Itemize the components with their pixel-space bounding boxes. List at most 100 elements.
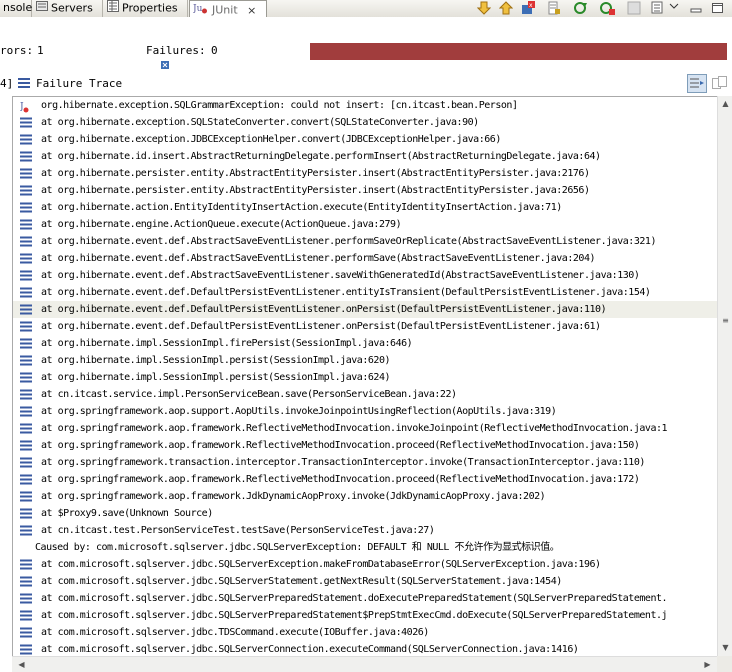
stack-frame-row[interactable]: at com.microsoft.sqlserver.jdbc.SQLServe… [13, 590, 718, 607]
stack-frame-row[interactable]: at org.springframework.aop.support.AopUt… [13, 403, 718, 420]
stack-frame-row[interactable]: at org.hibernate.impl.SessionImpl.firePe… [13, 335, 718, 352]
stack-frame-icon [20, 627, 32, 638]
trace-line-text: Caused by: com.microsoft.sqlserver.jdbc.… [35, 542, 560, 553]
stack-frame-row[interactable]: at org.hibernate.event.def.AbstractSaveE… [13, 267, 718, 284]
horizontal-scrollbar[interactable]: ◀ ▶ [12, 656, 717, 672]
stack-frame-row[interactable]: at org.hibernate.impl.SessionImpl.persis… [13, 369, 718, 386]
trace-line-text: at org.hibernate.event.def.AbstractSaveE… [41, 270, 640, 281]
scroll-right-icon[interactable]: ▶ [700, 660, 715, 669]
minimize-button[interactable] [688, 1, 704, 16]
stack-frame-row[interactable]: at org.hibernate.event.def.DefaultPersis… [13, 284, 718, 301]
failures-count: 0 [211, 44, 218, 57]
stack-frame-icon [20, 372, 32, 383]
stack-frame-icon [20, 168, 32, 179]
trace-line-text: at com.microsoft.sqlserver.jdbc.SQLServe… [41, 644, 579, 655]
stack-frame-row[interactable]: at org.hibernate.exception.SQLStateConve… [13, 114, 718, 131]
caused-by-row[interactable]: Caused by: com.microsoft.sqlserver.jdbc.… [13, 539, 718, 556]
scroll-down-icon[interactable]: ▼ [718, 643, 732, 652]
scroll-left-icon[interactable]: ◀ [14, 660, 29, 669]
svg-text:J: J [20, 102, 24, 112]
stack-frame-row[interactable]: at org.hibernate.engine.ActionQueue.exec… [13, 216, 718, 233]
failure-trace-prefix: 4] [0, 77, 14, 90]
next-failure-button[interactable] [476, 1, 492, 16]
stack-frame-row[interactable]: at org.springframework.transaction.inter… [13, 454, 718, 471]
stack-frame-row[interactable]: at org.hibernate.id.insert.AbstractRetur… [13, 148, 718, 165]
stack-frame-row[interactable]: at org.hibernate.event.def.AbstractSaveE… [13, 233, 718, 250]
stack-frame-row[interactable]: at com.microsoft.sqlserver.jdbc.SQLServe… [13, 641, 718, 657]
stack-frame-row[interactable]: at org.springframework.aop.framework.Jdk… [13, 488, 718, 505]
stack-frame-row[interactable]: at org.hibernate.event.def.DefaultPersis… [13, 318, 718, 335]
trace-line-text: at org.springframework.aop.support.AopUt… [41, 406, 557, 417]
scroll-up-icon[interactable]: ▲ [718, 99, 732, 108]
trace-line-text: at cn.itcast.service.impl.PersonServiceB… [41, 389, 457, 400]
stack-frame-row[interactable]: at org.hibernate.persister.entity.Abstra… [13, 182, 718, 199]
trace-line-text: at org.springframework.aop.framework.Jdk… [41, 491, 546, 502]
errors-count: 1 [37, 44, 44, 57]
filter-stack-icon [690, 78, 704, 88]
compare-icon [712, 76, 727, 89]
stack-frame-row[interactable]: at org.hibernate.action.EntityIdentityIn… [13, 199, 718, 216]
stack-frame-icon [20, 491, 32, 502]
stack-frame-row[interactable]: at $Proxy9.save(Unknown Source) [13, 505, 718, 522]
vertical-scrollbar[interactable]: ▲ ≡ ▼ [717, 96, 732, 656]
stack-frame-row[interactable]: at com.microsoft.sqlserver.jdbc.TDSComma… [13, 624, 718, 641]
stack-frame-row[interactable]: at org.hibernate.persister.entity.Abstra… [13, 165, 718, 182]
tab-junit[interactable]: Ju JUnit × [189, 0, 267, 18]
stack-frame-row[interactable]: at org.hibernate.event.def.AbstractSaveE… [13, 250, 718, 267]
stack-frame-icon [20, 236, 32, 247]
history-button[interactable] [650, 1, 666, 16]
trace-line-text: at com.microsoft.sqlserver.jdbc.TDSComma… [41, 627, 429, 638]
stack-frame-row[interactable]: at com.microsoft.sqlserver.jdbc.SQLServe… [13, 607, 718, 624]
stop-test-button[interactable] [626, 1, 642, 16]
previous-failure-button[interactable] [498, 1, 514, 16]
stack-frame-row[interactable]: at org.hibernate.exception.JDBCException… [13, 131, 718, 148]
view-menu-button[interactable] [666, 1, 682, 16]
history-icon [651, 1, 663, 14]
stack-frame-row[interactable]: at com.microsoft.sqlserver.jdbc.SQLServe… [13, 573, 718, 590]
stack-frame-row[interactable]: at org.hibernate.impl.SessionImpl.persis… [13, 352, 718, 369]
stack-frame-row[interactable]: at com.microsoft.sqlserver.jdbc.SQLServe… [13, 556, 718, 573]
trace-line-text: org.hibernate.exception.SQLGrammarExcept… [41, 100, 518, 111]
show-failures-only-button[interactable]: x [520, 1, 536, 16]
failures-only-icon: x [522, 1, 535, 14]
trace-line-text: at org.hibernate.id.insert.AbstractRetur… [41, 151, 601, 162]
scroll-thumb-grip-icon[interactable]: ≡ [718, 316, 732, 325]
trace-line-text: at org.hibernate.exception.JDBCException… [41, 134, 501, 145]
stack-frame-icon [20, 202, 32, 213]
failure-trace-list[interactable]: Jorg.hibernate.exception.SQLGrammarExcep… [12, 96, 718, 657]
stack-frame-row[interactable]: at cn.itcast.test.PersonServiceTest.test… [13, 522, 718, 539]
exception-row[interactable]: Jorg.hibernate.exception.SQLGrammarExcep… [13, 97, 718, 114]
tab-close-icon[interactable]: × [247, 4, 256, 17]
stack-frame-icon [20, 253, 32, 264]
stack-frame-icon [20, 474, 32, 485]
stack-frame-icon [20, 610, 32, 621]
trace-line-text: at org.hibernate.persister.entity.Abstra… [41, 168, 590, 179]
tab-servers[interactable]: Servers [33, 0, 103, 17]
stack-frame-icon [20, 508, 32, 519]
stack-frame-icon [20, 117, 32, 128]
stack-frame-icon [20, 576, 32, 587]
maximize-button[interactable] [710, 1, 726, 16]
stack-frame-row[interactable]: at org.springframework.aop.framework.Ref… [13, 471, 718, 488]
scroll-lock-button[interactable] [546, 1, 562, 16]
trace-line-text: at com.microsoft.sqlserver.jdbc.SQLServe… [41, 610, 668, 621]
stack-frame-row[interactable]: at cn.itcast.service.impl.PersonServiceB… [13, 386, 718, 403]
properties-icon [107, 0, 119, 17]
rerun-failed-icon [600, 2, 615, 15]
filter-stack-trace-button[interactable] [687, 74, 707, 93]
stack-frame-row[interactable]: at org.hibernate.event.def.DefaultPersis… [13, 301, 718, 318]
stack-frame-icon [20, 559, 32, 570]
compare-result-button[interactable] [711, 75, 729, 93]
stack-frame-icon [20, 440, 32, 451]
tab-properties[interactable]: Properties [104, 0, 188, 17]
trace-line-text: at org.hibernate.event.def.DefaultPersis… [41, 287, 651, 298]
trace-line-text: at org.hibernate.event.def.AbstractSaveE… [41, 236, 656, 247]
tab-console[interactable]: nsole [0, 0, 32, 17]
rerun-failed-first-button[interactable] [600, 1, 616, 16]
trace-line-text: at $Proxy9.save(Unknown Source) [41, 508, 213, 519]
stack-frame-row[interactable]: at org.springframework.aop.framework.Ref… [13, 437, 718, 454]
svg-text:x: x [529, 2, 533, 9]
stack-frame-row[interactable]: at org.springframework.aop.framework.Ref… [13, 420, 718, 437]
stack-frame-icon [20, 338, 32, 349]
rerun-test-button[interactable] [574, 1, 590, 16]
